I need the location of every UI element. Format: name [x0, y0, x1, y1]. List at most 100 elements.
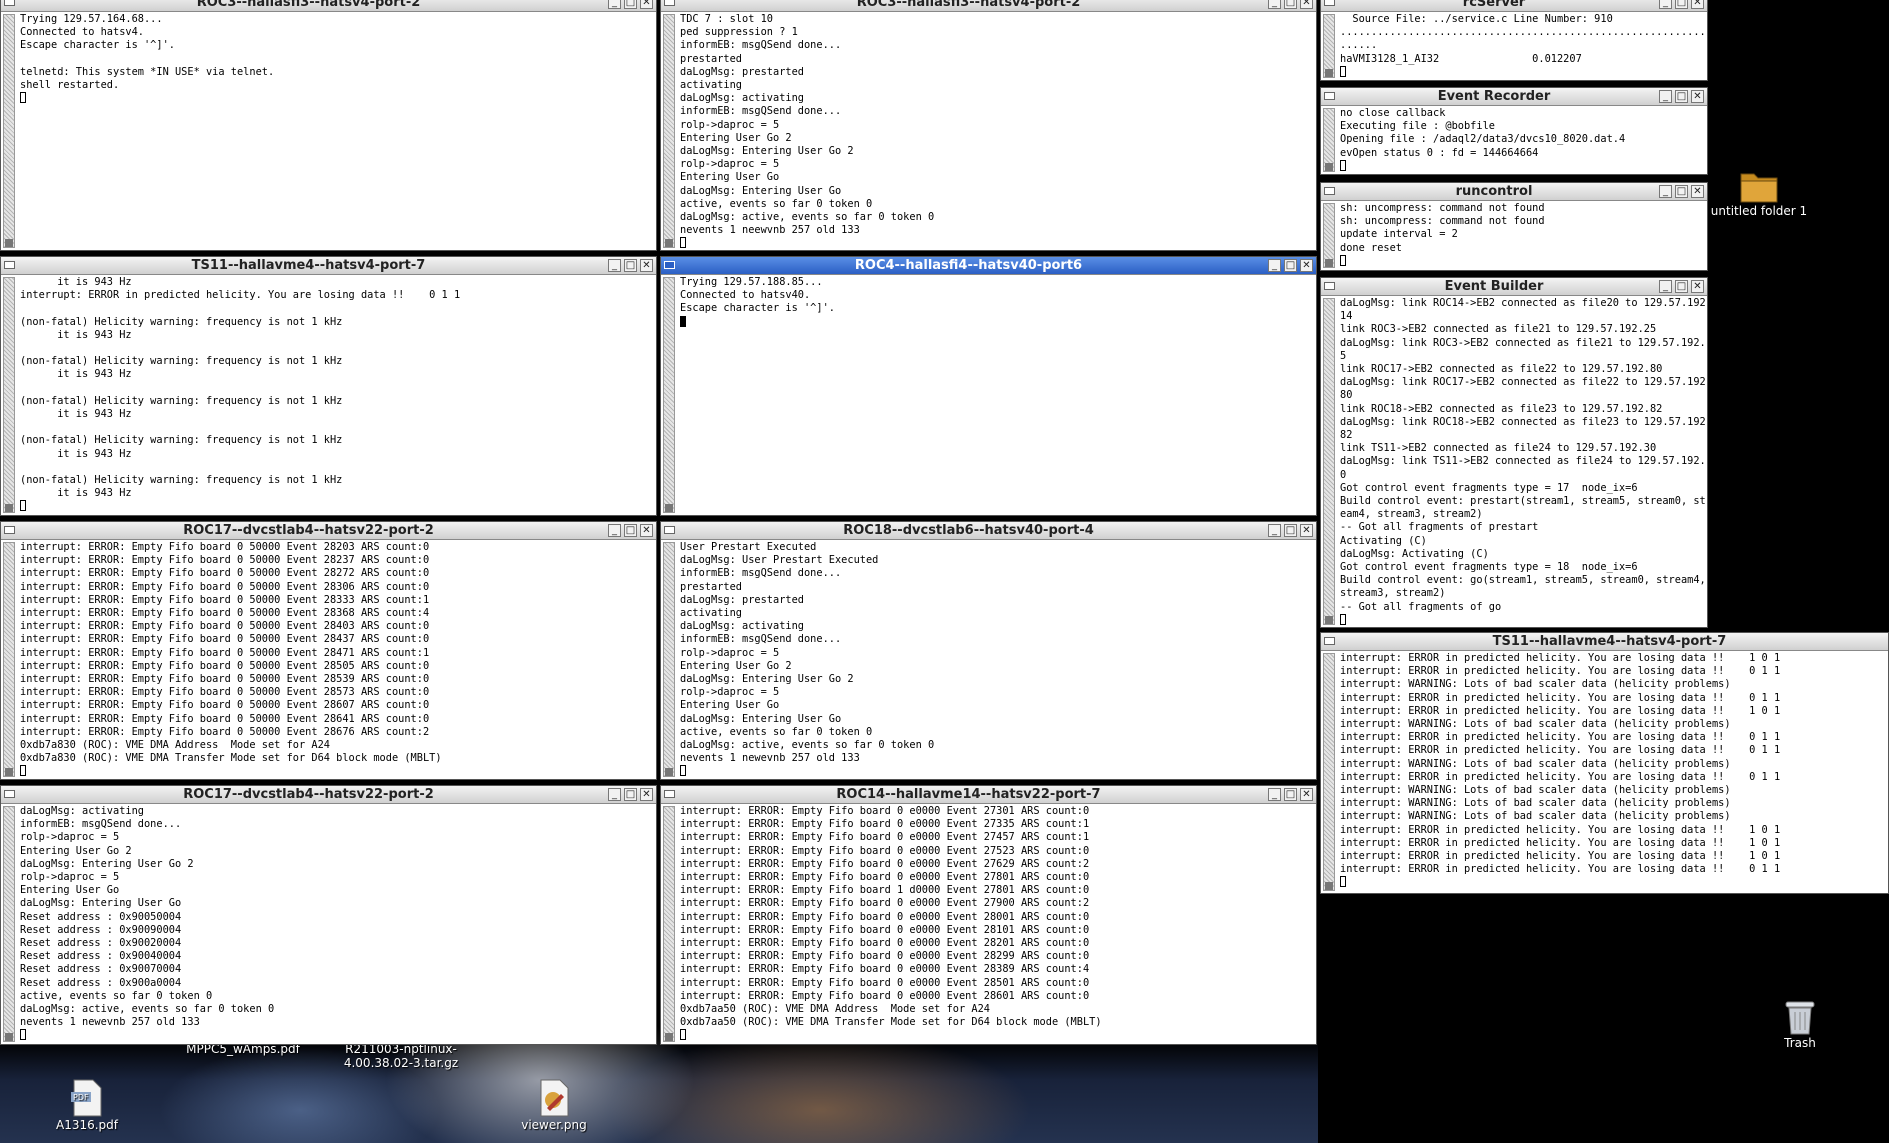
scrollbar-thumb[interactable] [1325, 882, 1333, 890]
window-menu-icon[interactable] [664, 790, 675, 798]
terminal-window-runcontrol[interactable]: runcontrol _ □ ✕ sh: uncompress: command… [1320, 182, 1708, 271]
scrollbar-thumb[interactable] [665, 1033, 673, 1041]
window-titlebar[interactable]: Event Builder _ □ ✕ [1321, 278, 1707, 296]
window-menu-icon[interactable] [1324, 0, 1335, 6]
minimize-button[interactable]: _ [1268, 259, 1281, 272]
close-button[interactable]: ✕ [1691, 90, 1704, 103]
window-menu-icon[interactable] [4, 526, 15, 534]
window-titlebar[interactable]: ROC17--dvcstlab4--hatsv22-port-2 _ □ ✕ [1, 522, 656, 540]
window-menu-icon[interactable] [664, 261, 675, 269]
scrollbar-thumb[interactable] [1325, 163, 1333, 171]
terminal-content[interactable]: Trying 129.57.164.68... Connected to hat… [1, 12, 656, 250]
maximize-button[interactable]: □ [1284, 259, 1297, 272]
close-button[interactable]: ✕ [640, 259, 653, 272]
scrollbar-thumb[interactable] [5, 1033, 13, 1041]
close-button[interactable]: ✕ [1300, 788, 1313, 801]
window-titlebar[interactable]: ROC3--hallasfi3--hatsv4-port-2 _ □ ✕ [661, 0, 1316, 12]
window-titlebar[interactable]: ROC18--dvcstlab6--hatsv40-port-4 _ □ ✕ [661, 522, 1316, 540]
terminal-window-roc18[interactable]: ROC18--dvcstlab6--hatsv40-port-4 _ □ ✕ U… [660, 521, 1317, 780]
window-menu-icon[interactable] [4, 261, 15, 269]
close-button[interactable]: ✕ [640, 788, 653, 801]
close-button[interactable]: ✕ [1300, 524, 1313, 537]
maximize-button[interactable]: □ [624, 259, 637, 272]
terminal-scrollbar[interactable] [3, 14, 15, 248]
maximize-button[interactable]: □ [1675, 280, 1688, 293]
terminal-content[interactable]: interrupt: ERROR: Empty Fifo board 0 500… [1, 540, 656, 779]
maximize-button[interactable]: □ [1675, 90, 1688, 103]
close-button[interactable]: ✕ [1300, 259, 1313, 272]
window-menu-icon[interactable] [1324, 187, 1335, 195]
close-button[interactable]: ✕ [1691, 0, 1704, 9]
terminal-window-roc14[interactable]: ROC14--hallavme14--hatsv22-port-7 _ □ ✕ … [660, 785, 1317, 1045]
window-menu-icon[interactable] [664, 0, 675, 6]
terminal-content[interactable]: daLogMsg: activating informEB: msgQSend … [1, 804, 656, 1044]
maximize-button[interactable]: □ [1675, 0, 1688, 9]
terminal-content[interactable]: interrupt: ERROR: Empty Fifo board 0 e00… [661, 804, 1316, 1044]
terminal-scrollbar[interactable] [663, 542, 675, 777]
terminal-scrollbar[interactable] [3, 542, 15, 777]
window-menu-icon[interactable] [1324, 637, 1335, 645]
maximize-button[interactable]: □ [1675, 185, 1688, 198]
desktop-icon-trash[interactable]: Trash [1770, 998, 1830, 1050]
close-button[interactable]: ✕ [640, 524, 653, 537]
window-titlebar[interactable]: Event Recorder _ □ ✕ [1321, 88, 1707, 106]
scrollbar-thumb[interactable] [665, 768, 673, 776]
terminal-scrollbar[interactable] [3, 277, 15, 513]
maximize-button[interactable]: □ [624, 0, 637, 9]
terminal-window-ts11-right[interactable]: TS11--hallavme4--hatsv4-port-7 interrupt… [1320, 632, 1889, 894]
terminal-window-roc3-left[interactable]: ROC3--hallasfi3--hatsv4-port-2 _ □ ✕ Try… [0, 0, 657, 251]
terminal-content[interactable]: interrupt: ERROR in predicted helicity. … [1321, 651, 1888, 893]
window-titlebar[interactable]: ROC14--hallavme14--hatsv22-port-7 _ □ ✕ [661, 786, 1316, 804]
terminal-scrollbar[interactable] [3, 806, 15, 1042]
window-menu-icon[interactable] [664, 526, 675, 534]
terminal-scrollbar[interactable] [1323, 298, 1335, 625]
desktop-icon-untitled-folder[interactable]: untitled folder 1 [1704, 168, 1814, 218]
scrollbar-thumb[interactable] [1325, 616, 1333, 624]
maximize-button[interactable]: □ [1284, 524, 1297, 537]
window-titlebar[interactable]: runcontrol _ □ ✕ [1321, 183, 1707, 201]
terminal-window-event-recorder[interactable]: Event Recorder _ □ ✕ no close callback E… [1320, 87, 1708, 175]
close-button[interactable]: ✕ [1691, 185, 1704, 198]
minimize-button[interactable]: _ [608, 0, 621, 9]
terminal-window-roc3-right[interactable]: ROC3--hallasfi3--hatsv4-port-2 _ □ ✕ TDC… [660, 0, 1317, 251]
terminal-window-roc4[interactable]: ROC4--hallasfi4--hatsv40-port6 _ □ ✕ Try… [660, 256, 1317, 516]
terminal-content[interactable]: daLogMsg: link ROC14->EB2 connected as f… [1321, 296, 1707, 627]
window-titlebar[interactable]: ROC4--hallasfi4--hatsv40-port6 _ □ ✕ [661, 257, 1316, 275]
window-titlebar[interactable]: ROC17--dvcstlab4--hatsv22-port-2 _ □ ✕ [1, 786, 656, 804]
scrollbar-thumb[interactable] [665, 504, 673, 512]
minimize-button[interactable]: _ [1268, 0, 1281, 9]
terminal-scrollbar[interactable] [1323, 14, 1335, 78]
terminal-scrollbar[interactable] [663, 277, 675, 513]
minimize-button[interactable]: _ [608, 788, 621, 801]
scrollbar-thumb[interactable] [665, 239, 673, 247]
terminal-window-roc17-lower[interactable]: ROC17--dvcstlab4--hatsv22-port-2 _ □ ✕ d… [0, 785, 657, 1045]
close-button[interactable]: ✕ [1691, 280, 1704, 293]
desktop-icon-a1316-pdf[interactable]: PDF A1316.pdf [47, 1078, 127, 1132]
window-titlebar[interactable]: rcServer _ □ ✕ [1321, 0, 1707, 12]
terminal-window-event-builder[interactable]: Event Builder _ □ ✕ daLogMsg: link ROC14… [1320, 277, 1708, 628]
maximize-button[interactable]: □ [624, 524, 637, 537]
desktop-icon-nptlinux-tarball[interactable]: R211003-nptlinux-4.00.38.02-3.tar.gz [326, 1042, 476, 1070]
terminal-scrollbar[interactable] [663, 806, 675, 1042]
terminal-content[interactable]: Source File: ../service.c Line Number: 9… [1321, 12, 1707, 80]
scrollbar-thumb[interactable] [1325, 259, 1333, 267]
scrollbar-thumb[interactable] [5, 504, 13, 512]
window-titlebar[interactable]: TS11--hallavme4--hatsv4-port-7 [1321, 633, 1888, 651]
minimize-button[interactable]: _ [1659, 185, 1672, 198]
maximize-button[interactable]: □ [1284, 788, 1297, 801]
terminal-window-roc17-upper[interactable]: ROC17--dvcstlab4--hatsv22-port-2 _ □ ✕ i… [0, 521, 657, 780]
window-menu-icon[interactable] [1324, 92, 1335, 100]
terminal-scrollbar[interactable] [663, 14, 675, 248]
scrollbar-thumb[interactable] [1325, 69, 1333, 77]
window-menu-icon[interactable] [1324, 282, 1335, 290]
terminal-content[interactable]: sh: uncompress: command not found sh: un… [1321, 201, 1707, 270]
minimize-button[interactable]: _ [608, 524, 621, 537]
minimize-button[interactable]: _ [1659, 0, 1672, 9]
minimize-button[interactable]: _ [1268, 524, 1281, 537]
maximize-button[interactable]: □ [1284, 0, 1297, 9]
terminal-content[interactable]: it is 943 Hz interrupt: ERROR in predict… [1, 275, 656, 515]
terminal-window-ts11-left[interactable]: TS11--hallavme4--hatsv4-port-7 _ □ ✕ it … [0, 256, 657, 516]
desktop-icon-viewer-png[interactable]: viewer.png [514, 1078, 594, 1132]
scrollbar-thumb[interactable] [5, 768, 13, 776]
close-button[interactable]: ✕ [640, 0, 653, 9]
